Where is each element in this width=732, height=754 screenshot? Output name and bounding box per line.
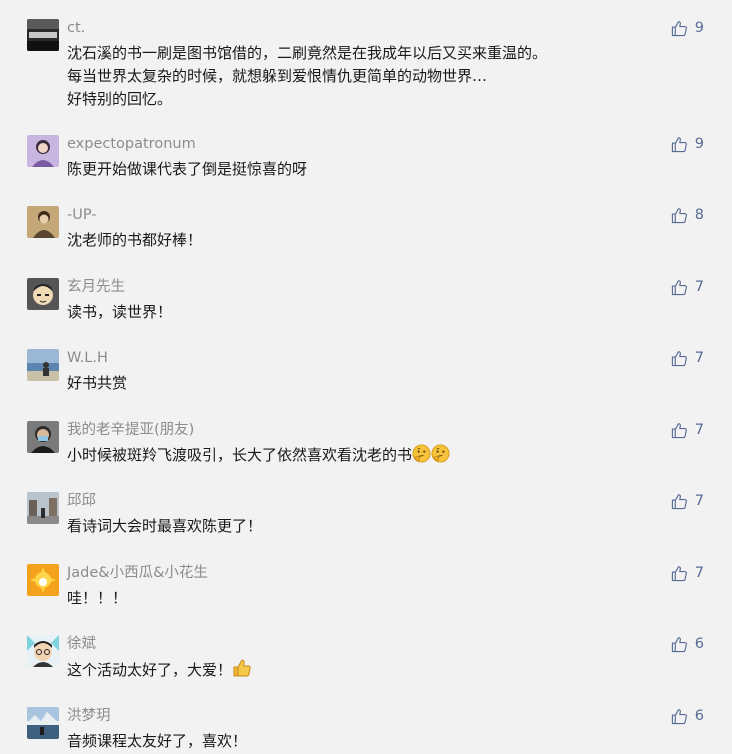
comment-nickname: W.L.H: [67, 350, 108, 366]
comment-line-text: 小时候被斑羚飞渡吸引，长大了依然喜欢看沈老的书: [67, 446, 413, 464]
masked-person-avatar-icon: [27, 421, 59, 453]
comment-nickname: 邱邱: [67, 493, 96, 509]
avatar[interactable]: [27, 492, 59, 524]
comment-text: 看诗词大会时最喜欢陈更了！: [67, 515, 262, 538]
comment-line: 看诗词大会时最喜欢陈更了！: [67, 517, 263, 535]
comment-nickname: 玄月先生: [67, 279, 125, 295]
like-count: 6: [694, 708, 704, 724]
like-button[interactable]: 7: [671, 349, 704, 367]
comment-line: 读书，读世界！: [67, 303, 173, 321]
thumbs-up-icon: [671, 422, 687, 438]
thumbs-up-icon: [671, 708, 687, 724]
like-button[interactable]: 6: [671, 707, 704, 725]
like-button[interactable]: 9: [671, 19, 704, 37]
comment-line: 音频课程太友好了，喜欢！: [67, 732, 248, 750]
comment-nickname: expectopatronum: [67, 136, 196, 152]
thumbs-up-icon: [671, 493, 687, 509]
comment-nickname: ct.: [67, 20, 86, 36]
city-street-avatar-icon: [27, 492, 59, 524]
thumbs-up-emoji-icon: [233, 659, 251, 677]
comment-text: 沈石溪的书一刷是图书馆借的，二刷竟然是在我成年以后又买来重温的。 每当世界太复杂…: [67, 42, 547, 111]
comment-line: 每当世界太复杂的时候，就想躲到爱恨情仇更简单的动物世界…: [67, 67, 488, 85]
cartoon-face-avatar-icon: [27, 278, 59, 310]
comment-line: 陈更开始做课代表了倒是挺惊喜的呀: [67, 160, 308, 178]
like-button[interactable]: 9: [671, 135, 704, 153]
thumbs-up-icon: [671, 279, 687, 295]
thumbs-up-icon: [671, 350, 687, 366]
thumbs-up-icon: [671, 636, 687, 652]
comment-text: 好书共赏: [67, 372, 127, 395]
avatar[interactable]: [27, 135, 59, 167]
thinking-emoji-icon: [431, 444, 450, 463]
comment-nickname: -UP-: [67, 207, 97, 223]
comment-text: 读书，读世界！: [67, 301, 172, 324]
avatar[interactable]: [27, 19, 59, 51]
seaside-avatar-icon: [27, 349, 59, 381]
like-count: 9: [694, 20, 704, 36]
thinking-emoji-icon: [412, 444, 431, 463]
comment-text: 沈老师的书都好棒！: [67, 229, 202, 252]
thumbs-up-icon: [671, 20, 687, 36]
thumbs-up-icon: [671, 136, 687, 152]
avatar[interactable]: [27, 206, 59, 238]
like-button[interactable]: 7: [671, 278, 704, 296]
comment-line: 沈石溪的书一刷是图书馆借的，二刷竟然是在我成年以后又买来重温的。: [67, 44, 548, 62]
like-count: 7: [694, 350, 704, 366]
comment-line-text: 这个活动太好了，大爱！: [67, 661, 233, 679]
avatar[interactable]: [27, 278, 59, 310]
like-count: 7: [694, 493, 704, 509]
like-count: 7: [694, 565, 704, 581]
mountain-lake-avatar-icon: [27, 707, 59, 739]
avatar[interactable]: [27, 564, 59, 596]
comment-line: 沈老师的书都好棒！: [67, 231, 203, 249]
comment-line: 小时候被斑羚飞渡吸引，长大了依然喜欢看沈老的书: [67, 444, 450, 467]
comment-line: 这个活动太好了，大爱！: [67, 658, 252, 682]
avatar[interactable]: [27, 421, 59, 453]
dark-photo-avatar-icon: [27, 19, 59, 51]
comment-nickname: Jade&小西瓜&小花生: [67, 565, 208, 581]
like-button[interactable]: 7: [671, 564, 704, 582]
like-button[interactable]: 8: [671, 206, 704, 224]
like-button[interactable]: 6: [671, 635, 704, 653]
like-count: 6: [694, 636, 704, 652]
glasses-cartoon-avatar-icon: [27, 635, 59, 667]
thumbs-up-icon: [671, 565, 687, 581]
comment-text: 音频课程太友好了，喜欢！: [67, 730, 247, 753]
like-count: 9: [694, 136, 704, 152]
like-count: 7: [694, 422, 704, 438]
comment-line: 哇！！！: [67, 589, 128, 607]
comment-text: 小时候被斑羚飞渡吸引，长大了依然喜欢看沈老的书: [67, 444, 450, 467]
comment-nickname: 我的老辛提亚(朋友): [67, 422, 195, 438]
avatar[interactable]: [27, 349, 59, 381]
like-count: 7: [694, 279, 704, 295]
comment-text: 哇！！！: [67, 587, 127, 610]
purple-portrait-avatar-icon: [27, 135, 59, 167]
avatar[interactable]: [27, 707, 59, 739]
sun-avatar-icon: [27, 564, 59, 596]
like-count: 8: [694, 207, 704, 223]
thumbs-up-icon: [671, 207, 687, 223]
like-button[interactable]: 7: [671, 492, 704, 510]
comment-text: 这个活动太好了，大爱！: [67, 658, 252, 682]
comment-nickname: 徐斌: [67, 636, 96, 652]
comment-nickname: 洪梦玥: [67, 708, 111, 724]
avatar[interactable]: [27, 635, 59, 667]
painting-avatar-icon: [27, 206, 59, 238]
like-button[interactable]: 7: [671, 421, 704, 439]
comment-line: 好书共赏: [67, 374, 128, 392]
comment-text: 陈更开始做课代表了倒是挺惊喜的呀: [67, 158, 307, 181]
comment-line: 好特别的回忆。: [67, 90, 173, 108]
